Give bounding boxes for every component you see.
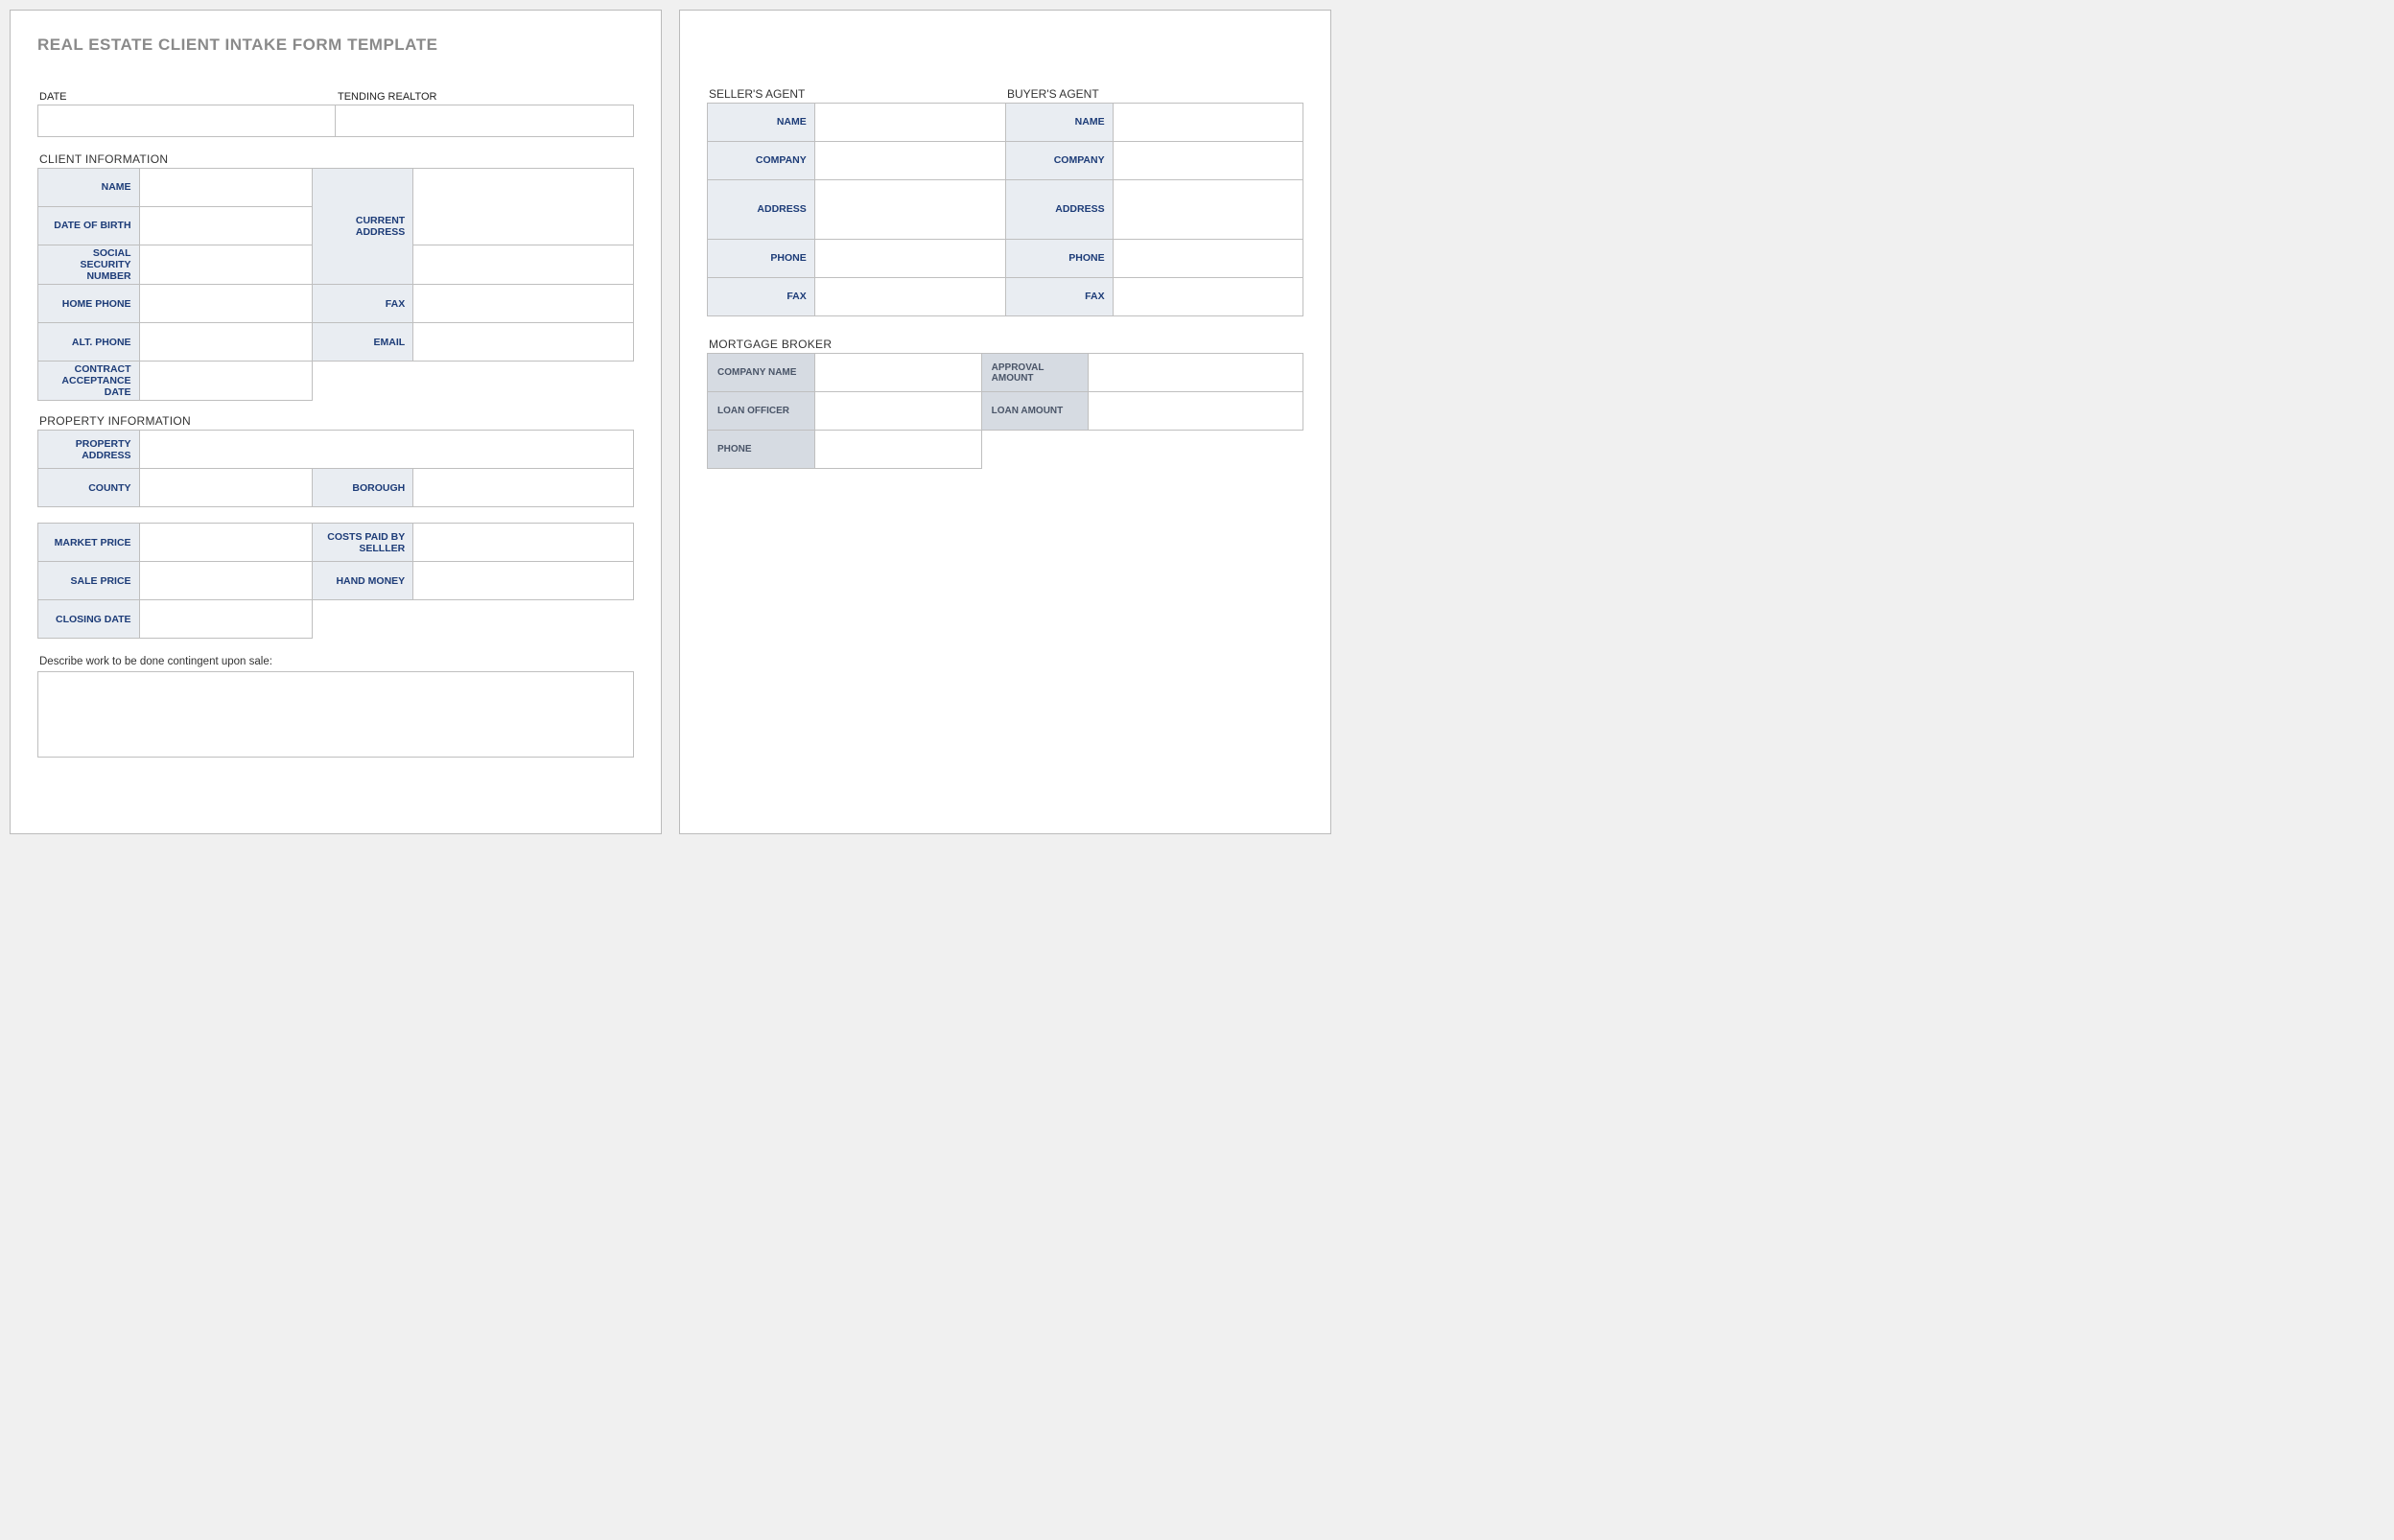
property-table-1: PROPERTY ADDRESS COUNTY BOROUGH bbox=[37, 430, 634, 507]
label-s-fax: FAX bbox=[708, 278, 815, 316]
broker-table: COMPANY NAME APPROVAL AMOUNT LOAN OFFICE… bbox=[707, 353, 1303, 469]
page-2: SELLER'S AGENT BUYER'S AGENT NAME COMPAN… bbox=[679, 10, 1331, 834]
field-fax[interactable] bbox=[413, 285, 634, 323]
field-county[interactable] bbox=[139, 469, 312, 507]
client-info-table: NAME CURRENT ADDRESS DATE OF BIRTH SOCIA… bbox=[37, 168, 634, 401]
label-contract-date: CONTRACT ACCEPTANCE DATE bbox=[38, 362, 140, 401]
client-section-title: CLIENT INFORMATION bbox=[39, 152, 634, 166]
label-borough: BOROUGH bbox=[312, 469, 413, 507]
label-sale-price: SALE PRICE bbox=[38, 562, 140, 600]
label-s-name: NAME bbox=[708, 104, 815, 142]
seller-agent-title: SELLER'S AGENT bbox=[707, 87, 1005, 101]
realtor-label: TENDING REALTOR bbox=[338, 91, 634, 103]
agents-tables: NAME COMPANY ADDRESS PHONE FAX NAME COMP… bbox=[707, 103, 1303, 316]
label-fax: FAX bbox=[312, 285, 413, 323]
field-home-phone[interactable] bbox=[139, 285, 312, 323]
field-borough[interactable] bbox=[413, 469, 634, 507]
field-closing-date[interactable] bbox=[139, 600, 312, 639]
field-hand-money[interactable] bbox=[413, 562, 634, 600]
field-b-phone[interactable] bbox=[1113, 240, 1303, 278]
field-loan-amount[interactable] bbox=[1089, 392, 1303, 431]
label-b-fax: FAX bbox=[1006, 278, 1114, 316]
field-current-address-2[interactable] bbox=[413, 245, 634, 285]
label-prop-address: PROPERTY ADDRESS bbox=[38, 431, 140, 469]
field-market-price[interactable] bbox=[139, 524, 312, 562]
label-broker-company: COMPANY NAME bbox=[708, 354, 815, 392]
describe-label: Describe work to be done contingent upon… bbox=[39, 656, 634, 667]
buyer-agent-table: NAME COMPANY ADDRESS PHONE FAX bbox=[1005, 103, 1303, 316]
seller-agent-table: NAME COMPANY ADDRESS PHONE FAX bbox=[707, 103, 1005, 316]
field-costs-paid[interactable] bbox=[413, 524, 634, 562]
broker-section-title: MORTGAGE BROKER bbox=[709, 338, 1303, 351]
label-market-price: MARKET PRICE bbox=[38, 524, 140, 562]
label-s-phone: PHONE bbox=[708, 240, 815, 278]
field-ssn[interactable] bbox=[139, 245, 312, 285]
field-name[interactable] bbox=[139, 169, 312, 207]
label-loan-amount: LOAN AMOUNT bbox=[981, 392, 1089, 431]
label-dob: DATE OF BIRTH bbox=[38, 207, 140, 245]
field-loan-officer[interactable] bbox=[814, 392, 981, 431]
label-email: EMAIL bbox=[312, 323, 413, 362]
label-current-address: CURRENT ADDRESS bbox=[312, 169, 413, 285]
field-b-company[interactable] bbox=[1113, 142, 1303, 180]
label-name: NAME bbox=[38, 169, 140, 207]
field-contract-date[interactable] bbox=[139, 362, 312, 401]
field-prop-address[interactable] bbox=[139, 431, 633, 469]
label-b-address: ADDRESS bbox=[1006, 180, 1114, 240]
label-costs-paid: COSTS PAID BY SELLLER bbox=[312, 524, 413, 562]
label-b-name: NAME bbox=[1006, 104, 1114, 142]
label-b-company: COMPANY bbox=[1006, 142, 1114, 180]
property-table-2: MARKET PRICE COSTS PAID BY SELLLER SALE … bbox=[37, 523, 634, 639]
field-b-fax[interactable] bbox=[1113, 278, 1303, 316]
field-current-address-1[interactable] bbox=[413, 169, 634, 245]
label-broker-phone: PHONE bbox=[708, 431, 815, 469]
property-section-title: PROPERTY INFORMATION bbox=[39, 414, 634, 428]
form-title: REAL ESTATE CLIENT INTAKE FORM TEMPLATE bbox=[37, 35, 634, 55]
field-s-company[interactable] bbox=[814, 142, 1005, 180]
page-1: REAL ESTATE CLIENT INTAKE FORM TEMPLATE … bbox=[10, 10, 662, 834]
field-approval-amount[interactable] bbox=[1089, 354, 1303, 392]
label-home-phone: HOME PHONE bbox=[38, 285, 140, 323]
describe-textarea[interactable] bbox=[37, 671, 634, 758]
buyer-agent-title: BUYER'S AGENT bbox=[1005, 87, 1303, 101]
field-b-name[interactable] bbox=[1113, 104, 1303, 142]
date-label: DATE bbox=[39, 91, 336, 103]
field-s-fax[interactable] bbox=[814, 278, 1005, 316]
label-hand-money: HAND MONEY bbox=[312, 562, 413, 600]
label-s-address: ADDRESS bbox=[708, 180, 815, 240]
field-b-address[interactable] bbox=[1113, 180, 1303, 240]
field-dob[interactable] bbox=[139, 207, 312, 245]
label-ssn: SOCIAL SECURITY NUMBER bbox=[38, 245, 140, 285]
label-county: COUNTY bbox=[38, 469, 140, 507]
field-email[interactable] bbox=[413, 323, 634, 362]
field-sale-price[interactable] bbox=[139, 562, 312, 600]
label-loan-officer: LOAN OFFICER bbox=[708, 392, 815, 431]
header-row: DATE TENDING REALTOR bbox=[37, 91, 634, 137]
label-closing-date: CLOSING DATE bbox=[38, 600, 140, 639]
label-b-phone: PHONE bbox=[1006, 240, 1114, 278]
label-approval-amount: APPROVAL AMOUNT bbox=[981, 354, 1089, 392]
field-broker-company[interactable] bbox=[814, 354, 981, 392]
label-s-company: COMPANY bbox=[708, 142, 815, 180]
label-alt-phone: ALT. PHONE bbox=[38, 323, 140, 362]
field-broker-phone[interactable] bbox=[814, 431, 981, 469]
field-s-address[interactable] bbox=[814, 180, 1005, 240]
date-input[interactable] bbox=[37, 105, 336, 137]
field-s-name[interactable] bbox=[814, 104, 1005, 142]
realtor-input[interactable] bbox=[336, 105, 634, 137]
field-alt-phone[interactable] bbox=[139, 323, 312, 362]
field-s-phone[interactable] bbox=[814, 240, 1005, 278]
